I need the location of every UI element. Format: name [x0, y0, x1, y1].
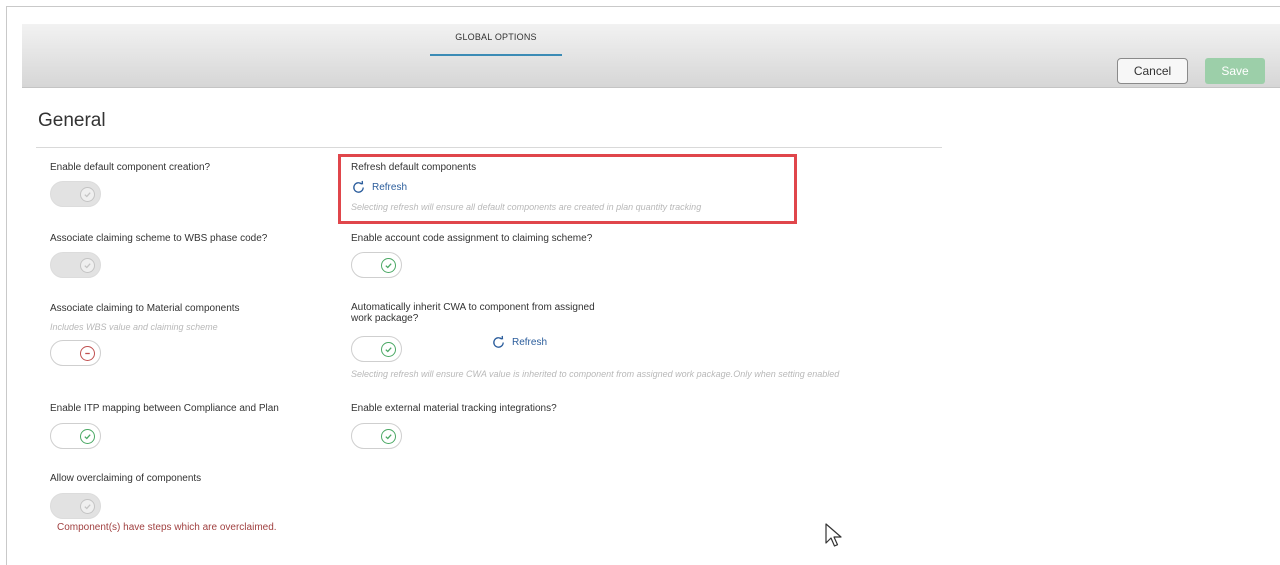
refresh-icon: [493, 335, 504, 348]
enable-itp-mapping-toggle[interactable]: [50, 423, 101, 449]
tab-global-options-label: GLOBAL OPTIONS: [455, 32, 537, 42]
tab-active-indicator: [430, 54, 562, 56]
inherit-cwa-label-line2: work package?: [351, 313, 419, 324]
check-icon: [80, 187, 95, 202]
section-divider: [36, 147, 942, 148]
associate-claiming-material-toggle[interactable]: [50, 340, 101, 366]
enable-itp-mapping-label: Enable ITP mapping between Compliance an…: [50, 403, 279, 414]
check-icon: [381, 342, 396, 357]
allow-overclaiming-label: Allow overclaiming of components: [50, 473, 202, 484]
associate-claiming-material-hint: Includes WBS value and claiming scheme: [50, 322, 218, 332]
enable-default-component-label: Enable default component creation?: [50, 162, 211, 173]
enable-default-component-toggle[interactable]: [50, 181, 101, 207]
inherit-cwa-toggle[interactable]: [351, 336, 402, 362]
section-title: General: [38, 110, 106, 131]
check-icon: [80, 499, 95, 514]
refresh-link-label: Refresh: [512, 337, 548, 348]
highlight-box: [338, 154, 797, 224]
inherit-cwa-refresh-link[interactable]: Refresh: [491, 335, 547, 350]
associate-claiming-material-label: Associate claiming to Material component…: [50, 303, 240, 314]
associate-claiming-wbs-toggle[interactable]: [50, 252, 101, 278]
enable-account-code-toggle[interactable]: [351, 252, 402, 278]
inherit-cwa-hint: Selecting refresh will ensure CWA value …: [351, 369, 840, 379]
save-button[interactable]: Save: [1205, 58, 1265, 84]
cancel-button[interactable]: Cancel: [1117, 58, 1188, 84]
enable-external-material-toggle[interactable]: [351, 423, 402, 449]
overclaiming-error-message: Component(s) have steps which are overcl…: [57, 522, 277, 533]
check-icon: [80, 429, 95, 444]
check-icon: [381, 429, 396, 444]
tab-global-options[interactable]: GLOBAL OPTIONS: [430, 24, 562, 56]
mouse-cursor-icon: [825, 523, 842, 547]
top-toolbar: GLOBAL OPTIONS Cancel Save: [22, 24, 1280, 88]
enable-account-code-label: Enable account code assignment to claimi…: [351, 233, 593, 244]
check-icon: [80, 258, 95, 273]
allow-overclaiming-toggle[interactable]: [50, 493, 101, 519]
enable-external-material-label: Enable external material tracking integr…: [351, 403, 557, 414]
check-icon: [381, 258, 396, 273]
associate-claiming-wbs-label: Associate claiming scheme to WBS phase c…: [50, 233, 268, 244]
minus-icon: [80, 346, 95, 361]
